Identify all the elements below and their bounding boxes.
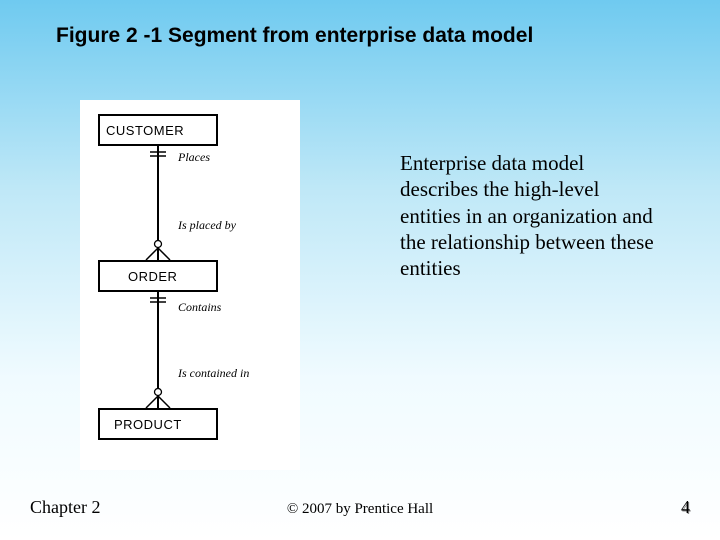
rel-is-placed-by: Is placed by: [178, 218, 236, 233]
figure-title: Figure 2 -1 Segment from enterprise data…: [56, 24, 680, 48]
entity-customer: CUSTOMER: [98, 114, 218, 146]
rel-contains: Contains: [178, 300, 221, 315]
er-diagram: CUSTOMER ORDER PRODUCT P: [80, 100, 300, 470]
rel-is-contained-in: Is contained in: [178, 366, 249, 381]
footer-copyright: © 2007 by Prentice Hall: [0, 501, 720, 518]
rel-places: Places: [178, 150, 210, 165]
description-text: Enterprise data model describes the high…: [400, 150, 660, 281]
entity-product: PRODUCT: [98, 408, 218, 440]
entity-order: ORDER: [98, 260, 218, 292]
footer-page-number: 4: [681, 497, 690, 518]
